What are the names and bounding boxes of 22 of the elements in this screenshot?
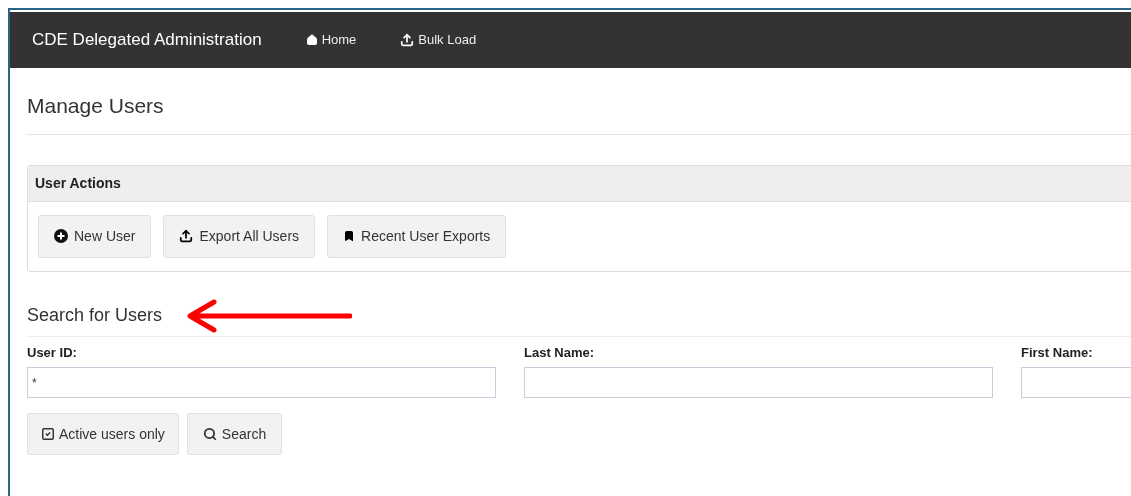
panel-title: User Actions xyxy=(35,173,121,193)
section-title: Search for Users xyxy=(27,304,163,327)
input-field[interactable] xyxy=(524,367,993,398)
nav-link[interactable]: Home xyxy=(305,30,357,50)
home-icon xyxy=(305,34,318,46)
action-button[interactable]: New User xyxy=(38,214,152,258)
field-label: Last Name: xyxy=(524,343,596,362)
search-button[interactable]: Search xyxy=(186,413,283,455)
field-label: First Name: xyxy=(1021,343,1094,362)
search-icon xyxy=(202,427,217,441)
action-button[interactable]: Recent User Exports xyxy=(327,214,507,258)
plus-circle-icon xyxy=(54,229,68,243)
page-title: Manage Users xyxy=(27,93,165,119)
nav-link[interactable]: Bulk Load xyxy=(400,30,477,50)
action-button[interactable]: Export All Users xyxy=(163,214,316,258)
active-users-toggle[interactable]: Active users only xyxy=(27,413,179,455)
bookmark-icon xyxy=(343,229,356,243)
app-brand[interactable]: CDE Delegated Administration xyxy=(32,27,262,53)
input-field[interactable]: * xyxy=(27,367,496,398)
field-label: User ID: xyxy=(27,343,78,362)
upload-icon xyxy=(179,229,194,243)
upload-icon xyxy=(400,33,415,47)
